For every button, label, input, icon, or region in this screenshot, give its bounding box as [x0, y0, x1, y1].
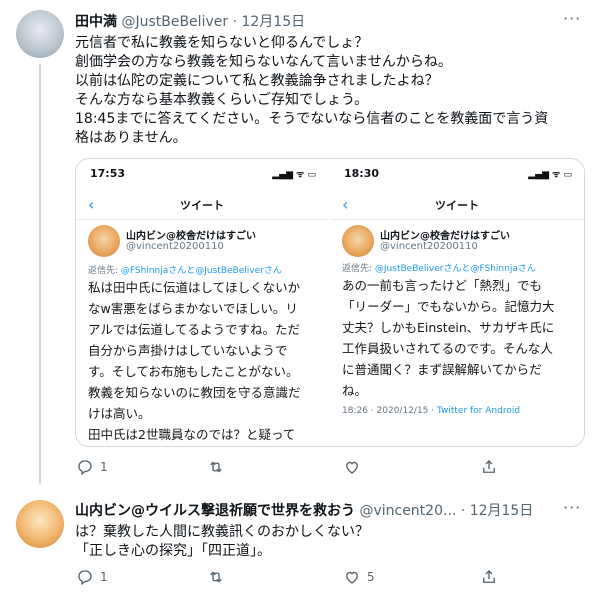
- tweet-text: 元信者で私に教義を知らないと仰るんでしょ？ 創価学会の方なら教義を知らないなんて…: [75, 35, 549, 146]
- more-options-icon[interactable]: ···: [563, 9, 581, 28]
- separator: ·: [232, 14, 238, 30]
- thread-connector-line: [39, 64, 41, 484]
- avatar[interactable]: [16, 10, 64, 58]
- reply-icon: [78, 570, 92, 586]
- reply-prefix: 返信先:: [342, 264, 375, 274]
- heart-icon: [346, 461, 358, 474]
- avatar: [342, 225, 374, 257]
- share-icon: [483, 570, 495, 583]
- nav-bar: ‹ ツイート: [330, 193, 584, 220]
- user-handle[interactable]: @JustBeBeliver: [121, 14, 228, 30]
- tweet-header: 山内ビン@ウイルス撃退祈願で世界を救おう @vincent20... · 12月…: [75, 500, 533, 520]
- reply-users: @FShinnjaさんと@JustBeBeliverさん: [120, 266, 282, 276]
- meta-time: 18:26 · 2020/12/15 ·: [342, 406, 437, 416]
- tweet-media[interactable]: 17:53 ▂▄▆ ᯤ ▭ ‹ ツイート 山内ビン@校舎だけはすごい @vinc…: [75, 158, 585, 447]
- media-image-1[interactable]: 17:53 ▂▄▆ ᯤ ▭ ‹ ツイート 山内ビン@校舎だけはすごい @vinc…: [76, 159, 330, 446]
- nav-bar: ‹ ツイート: [76, 193, 328, 220]
- retweet-icon: [210, 461, 222, 473]
- share-button[interactable]: [480, 568, 498, 586]
- more-options-icon[interactable]: ···: [563, 498, 581, 517]
- status-time: 18:30: [344, 167, 380, 180]
- user-name[interactable]: 田中満: [75, 14, 117, 30]
- reply-to-line: 返信先: @FShinnjaさんと@JustBeBeliverさん: [88, 263, 282, 276]
- share-button[interactable]: [480, 458, 498, 476]
- tweet-date[interactable]: 12月15日: [241, 14, 305, 30]
- user-name: 山内ビン@校舎だけはすごい: [126, 231, 256, 242]
- like-button[interactable]: 5: [343, 568, 375, 586]
- tweet-header: 田中満 @JustBeBeliver · 12月15日: [75, 11, 305, 31]
- user-name: 山内ビン@校舎だけはすごい: [380, 231, 510, 242]
- like-count: 5: [367, 570, 375, 584]
- reply-icon: [78, 460, 92, 476]
- tweet-text: は？棄教した人間に教義訊くのおかしくない？ 「正しき心の探究」「四正道」。: [75, 524, 369, 559]
- reply-prefix: 返信先:: [88, 266, 121, 276]
- user-handle: @vincent20200110: [380, 241, 478, 252]
- heart-icon: [346, 571, 358, 584]
- share-icon: [483, 460, 495, 473]
- tweet-body: 私は田中氏に伝道はしてほしくないか なw害悪をばらまかないでほしい。リ アルでは…: [88, 280, 301, 442]
- nav-title: ツイート: [435, 199, 479, 212]
- user-handle: @vincent20200110: [126, 241, 224, 252]
- tweet-meta: 18:26 · 2020/12/15 · Twitter for Android: [342, 406, 520, 416]
- status-time: 17:53: [90, 167, 126, 180]
- reply-to-line: 返信先: @JustBeBeliverさんと@FShinnjaさん: [342, 261, 536, 274]
- meta-client: Twitter for Android: [436, 406, 521, 416]
- retweet-icon: [210, 571, 222, 583]
- status-bar: 18:30 ▂▄▆ ᯤ ▭: [330, 167, 584, 183]
- nav-title: ツイート: [180, 199, 224, 212]
- reply-button[interactable]: 1: [76, 458, 108, 476]
- reply-count: 1: [100, 460, 108, 474]
- reply-count: 1: [100, 570, 108, 584]
- retweet-button[interactable]: [206, 458, 232, 476]
- separator: ·: [460, 503, 466, 519]
- like-button[interactable]: [343, 458, 367, 476]
- tweet-date[interactable]: 12月15日: [470, 503, 534, 519]
- media-image-2[interactable]: 18:30 ▂▄▆ ᯤ ▭ ‹ ツイート 山内ビン@校舎だけはすごい @vinc…: [330, 159, 584, 446]
- reply-button[interactable]: 1: [76, 568, 108, 586]
- avatar: [88, 225, 120, 257]
- signal-battery-icon: ▂▄▆ ᯤ ▭: [272, 170, 316, 180]
- reply-users: @JustBeBeliverさんと@FShinnjaさん: [374, 264, 536, 274]
- retweet-button[interactable]: [206, 568, 232, 586]
- tweet-body: あの一前も言ったけど「熱烈」でも 「リーダー」でもないから。記憶力大 丈夫？しか…: [342, 278, 555, 398]
- user-handle[interactable]: @vincent20...: [359, 503, 456, 519]
- status-bar: 17:53 ▂▄▆ ᯤ ▭: [76, 167, 328, 183]
- signal-battery-icon: ▂▄▆ ᯤ ▭: [528, 170, 572, 180]
- avatar[interactable]: [16, 500, 64, 548]
- user-name[interactable]: 山内ビン@ウイルス撃退祈願で世界を救おう: [75, 503, 355, 519]
